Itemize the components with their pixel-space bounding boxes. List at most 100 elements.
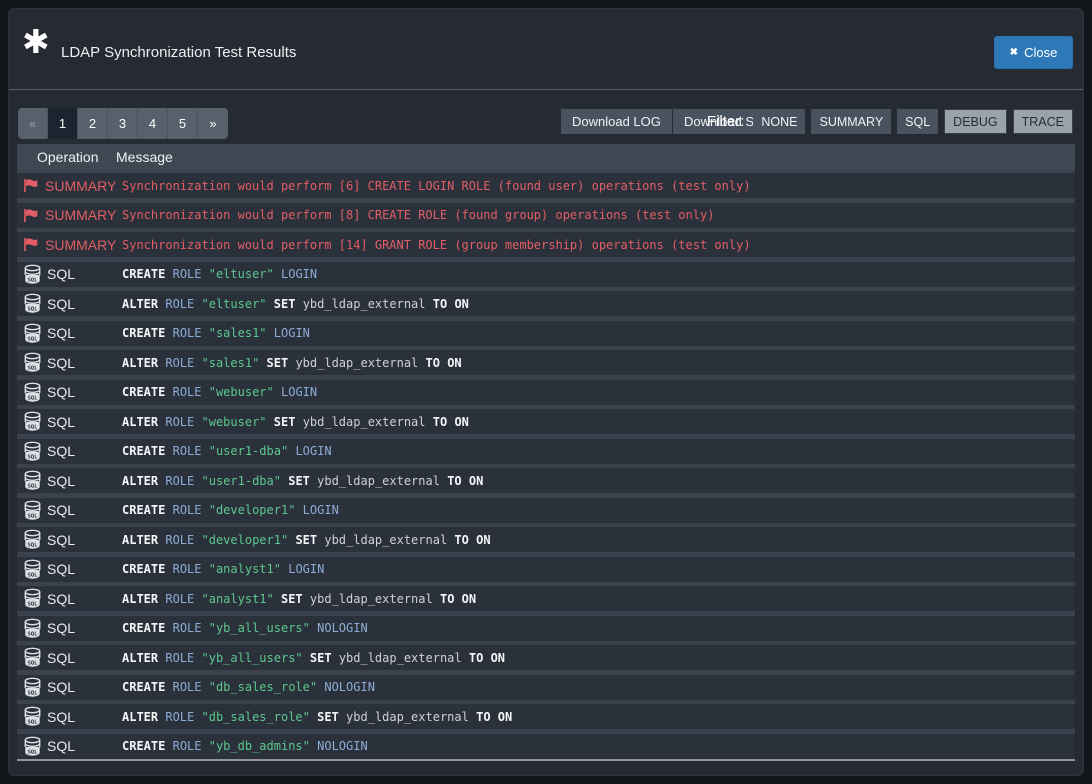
operation-cell: SQLSQL	[17, 588, 122, 609]
sql-token: ROLE	[173, 385, 202, 399]
sql-token: ON	[476, 533, 490, 547]
svg-text:SQL: SQL	[27, 366, 38, 372]
sql-token: TO	[426, 356, 440, 370]
sql-token: SET	[317, 710, 339, 724]
sql-token: ON	[462, 592, 476, 606]
filter-button-debug[interactable]: DEBUG	[944, 109, 1006, 134]
sql-token: "webuser"	[209, 385, 274, 399]
sql-token: ybd_ldap_external	[295, 356, 418, 370]
sql-token: SET	[288, 474, 310, 488]
svg-text:SQL: SQL	[27, 749, 38, 755]
svg-text:SQL: SQL	[27, 690, 38, 696]
sql-token: ROLE	[173, 739, 202, 753]
filter-button-summary[interactable]: SUMMARY	[811, 109, 891, 134]
message-cell: ALTER ROLE "sales1" SET ybd_ldap_externa…	[122, 356, 462, 370]
svg-text:SQL: SQL	[27, 454, 38, 460]
sql-token: ALTER	[122, 533, 158, 547]
sql-token: CREATE	[122, 739, 165, 753]
sql-token: CREATE	[122, 326, 165, 340]
svg-text:SQL: SQL	[27, 277, 38, 283]
sql-token: ROLE	[173, 267, 202, 281]
table-header: Operation Message	[17, 144, 1075, 170]
sql-token: CREATE	[122, 503, 165, 517]
operation-cell: SQLSQL	[17, 647, 122, 668]
message-cell: Synchronization would perform [8] CREATE…	[122, 208, 714, 222]
operation-cell: SQLSQL	[17, 264, 122, 285]
message-cell: Synchronization would perform [6] CREATE…	[122, 179, 751, 193]
filter-button-none[interactable]: NONE	[753, 109, 805, 134]
database-icon: SQL	[23, 677, 44, 698]
sql-token: SET	[281, 592, 303, 606]
operation-cell: SQLSQL	[17, 470, 122, 491]
database-icon: SQL	[23, 323, 44, 344]
operation-label: SQL	[47, 355, 75, 371]
table-row: SQLSQLALTER ROLE "yb_all_users" SET ybd_…	[17, 645, 1075, 670]
sql-token: ON	[447, 356, 461, 370]
page-button-5[interactable]: 5	[168, 108, 198, 139]
sql-token: LOGIN	[288, 562, 324, 576]
sql-token: SET	[267, 356, 289, 370]
database-icon: SQL	[23, 529, 44, 550]
filter-button-sql[interactable]: SQL	[897, 109, 938, 134]
sql-token: NOLOGIN	[317, 739, 368, 753]
message-cell: ALTER ROLE "yb_all_users" SET ybd_ldap_e…	[122, 651, 505, 665]
sql-token: SET	[310, 651, 332, 665]
sql-token: ROLE	[173, 680, 202, 694]
table-row: SUMMARYSynchronization would perform [6]…	[17, 173, 1075, 198]
sql-token: SET	[295, 533, 317, 547]
sql-token: LOGIN	[303, 503, 339, 517]
sql-token: "db_sales_role"	[202, 710, 310, 724]
sql-token: LOGIN	[295, 444, 331, 458]
svg-text:SQL: SQL	[27, 336, 38, 342]
database-icon: SQL	[23, 264, 44, 285]
database-icon: SQL	[23, 618, 44, 639]
sql-token: CREATE	[122, 385, 165, 399]
database-icon: SQL	[23, 293, 44, 314]
sql-token: "analyst1"	[202, 592, 274, 606]
page-button-»[interactable]: »	[198, 108, 228, 139]
sql-token: CREATE	[122, 562, 165, 576]
operation-cell: SQL SQL	[17, 352, 122, 373]
table-row: SUMMARY Synchronization would perform [14…	[17, 232, 1075, 257]
page-title: LDAP Synchronization Test Results	[61, 44, 296, 61]
sql-token: ROLE	[165, 356, 194, 370]
sql-token: ybd_ldap_external	[317, 474, 440, 488]
sql-token: "db_sales_role"	[209, 680, 317, 694]
download-log-button[interactable]: Download LOG	[561, 109, 672, 134]
dialog-header: ✱ LDAP Synchronization Test Results ✖ Cl…	[9, 9, 1083, 90]
column-header-operation: Operation	[37, 149, 116, 165]
page-button-«[interactable]: «	[18, 108, 48, 139]
table-row: SQLSQLCREATE ROLE "webuser" LOGIN	[17, 380, 1075, 405]
database-icon: SQL	[23, 500, 44, 521]
page-button-4[interactable]: 4	[138, 108, 168, 139]
sql-token: ALTER	[122, 356, 158, 370]
sql-token: CREATE	[122, 680, 165, 694]
database-icon: SQL	[23, 352, 44, 373]
message-cell: ALTER ROLE "eltuser" SET ybd_ldap_extern…	[122, 297, 469, 311]
operation-cell: SUMMARY	[17, 207, 122, 223]
close-button[interactable]: ✖ Close	[994, 36, 1073, 69]
sql-token: ybd_ldap_external	[303, 297, 426, 311]
page-button-1[interactable]: 1	[48, 108, 78, 139]
page-button-2[interactable]: 2	[78, 108, 108, 139]
sql-token: CREATE	[122, 621, 165, 635]
sql-token: ybd_ldap_external	[339, 651, 462, 665]
operation-label: SQL	[47, 738, 75, 754]
message-cell: Synchronization would perform [14] GRANT…	[122, 238, 751, 252]
sql-token: TO	[476, 710, 490, 724]
sql-token: TO	[433, 297, 447, 311]
sql-token: NOLOGIN	[317, 621, 368, 635]
sql-token: TO	[454, 533, 468, 547]
filter-button-trace[interactable]: TRACE	[1013, 109, 1073, 134]
sql-token: ROLE	[165, 533, 194, 547]
operation-label: SQL	[47, 296, 75, 312]
sql-token: "yb_all_users"	[209, 621, 310, 635]
table-row: SQLSQLCREATE ROLE "yb_db_admins" NOLOGIN	[17, 734, 1075, 759]
table-row: SQLSQLCREATE ROLE "db_sales_role" NOLOGI…	[17, 675, 1075, 700]
page-button-3[interactable]: 3	[108, 108, 138, 139]
sql-token: ON	[454, 297, 468, 311]
operation-label: SQL	[47, 473, 75, 489]
sql-token: LOGIN	[274, 326, 310, 340]
operation-cell: SQLSQL	[17, 382, 122, 403]
operation-label: SUMMARY	[45, 237, 116, 253]
